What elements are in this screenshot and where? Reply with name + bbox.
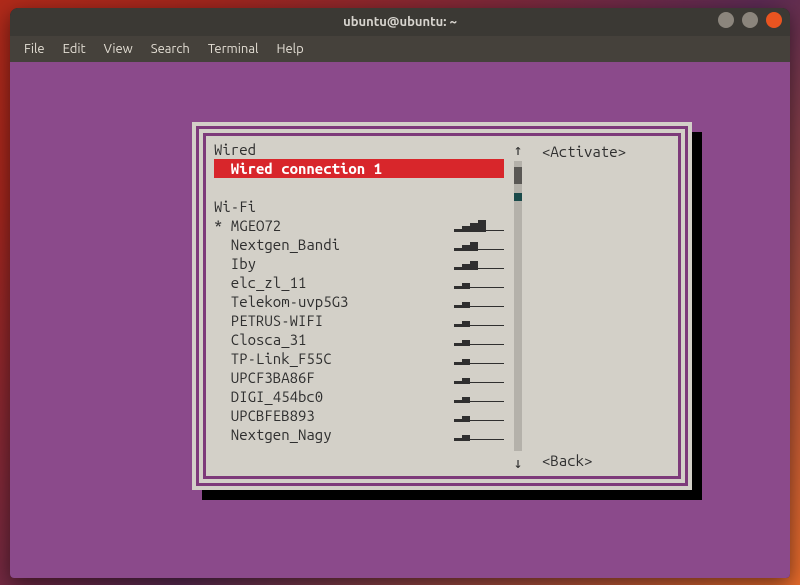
list-item-label: DIGI_454bc0 [231, 387, 454, 406]
signal-icon [454, 390, 504, 403]
menu-help[interactable]: Help [268, 40, 311, 58]
list-item-label: Nextgen_Bandi [231, 235, 454, 254]
scroll-up-icon[interactable]: ↑ [513, 140, 522, 159]
signal-icon [454, 371, 504, 384]
close-button[interactable] [766, 12, 782, 28]
menu-view[interactable]: View [96, 40, 141, 58]
minimize-button[interactable] [718, 12, 734, 28]
signal-icon [454, 352, 504, 365]
list-item[interactable]: TP-Link_F55C [214, 349, 504, 368]
list-item-label: UPCBFEB893 [231, 406, 454, 425]
list-item-label: Nextgen_Nagy [231, 425, 454, 444]
list-item-label: PETRUS-WIFI [231, 311, 454, 330]
nmtui-panel: Wired Wired connection 1 Wi-Fi * MGEO72 … [192, 122, 692, 490]
list-item[interactable]: * MGEO72 [214, 216, 504, 235]
terminal-window: ubuntu@ubuntu: ~ File Edit View Search T… [10, 8, 790, 578]
menu-terminal[interactable]: Terminal [200, 40, 267, 58]
section-wired: Wired [214, 140, 504, 159]
list-item[interactable]: Iby [214, 254, 504, 273]
window-controls [718, 12, 782, 28]
signal-icon [454, 295, 504, 308]
signal-icon [454, 314, 504, 327]
terminal-viewport[interactable]: Wired Wired connection 1 Wi-Fi * MGEO72 … [10, 62, 790, 578]
menu-search[interactable]: Search [143, 40, 198, 58]
action-column: <Activate> <Back> [530, 136, 678, 476]
scroll-down-icon[interactable]: ↓ [513, 453, 522, 472]
signal-icon [454, 257, 504, 270]
list-item-label: Iby [231, 254, 454, 273]
signal-icon [454, 276, 504, 289]
list-item[interactable]: UPCF3BA86F [214, 368, 504, 387]
menu-file[interactable]: File [16, 40, 53, 58]
menubar: File Edit View Search Terminal Help [10, 36, 790, 62]
list-item-label: MGEO72 [231, 216, 454, 235]
list-item[interactable]: elc_zl_11 [214, 273, 504, 292]
list-item-label: Closca_31 [231, 330, 454, 349]
back-button[interactable]: <Back> [542, 451, 672, 470]
scrollbar[interactable]: ↑ ↓ [506, 136, 530, 476]
list-item[interactable]: UPCBFEB893 [214, 406, 504, 425]
list-item[interactable]: Closca_31 [214, 330, 504, 349]
list-item-label: Telekom-uvp5G3 [231, 292, 454, 311]
panel-border-inner: Wired Wired connection 1 Wi-Fi * MGEO72 … [203, 133, 681, 479]
list-item[interactable]: Nextgen_Bandi [214, 235, 504, 254]
list-item-label: elc_zl_11 [231, 273, 454, 292]
signal-icon [454, 409, 504, 422]
menu-edit[interactable]: Edit [55, 40, 94, 58]
list-item-label: Wired connection 1 [231, 159, 504, 178]
window-titlebar: ubuntu@ubuntu: ~ [10, 8, 790, 36]
list-item-label: UPCF3BA86F [231, 368, 454, 387]
list-item[interactable]: DIGI_454bc0 [214, 387, 504, 406]
signal-icon [454, 219, 504, 232]
connection-list[interactable]: Wired Wired connection 1 Wi-Fi * MGEO72 … [206, 136, 506, 476]
signal-icon [454, 238, 504, 251]
list-item[interactable]: Nextgen_Nagy [214, 425, 504, 444]
section-wifi-label: Wi-Fi [214, 197, 504, 216]
section-wifi: Wi-Fi [214, 197, 504, 216]
list-item-label: TP-Link_F55C [231, 349, 454, 368]
signal-icon [454, 428, 504, 441]
section-wired-label: Wired [214, 140, 504, 159]
list-item[interactable]: Telekom-uvp5G3 [214, 292, 504, 311]
window-title: ubuntu@ubuntu: ~ [10, 15, 790, 29]
signal-icon [454, 333, 504, 346]
maximize-button[interactable] [742, 12, 758, 28]
scroll-thumb[interactable] [514, 167, 522, 184]
blank-row [214, 178, 504, 197]
list-item-wired-1[interactable]: Wired connection 1 [214, 159, 504, 178]
scroll-track[interactable] [514, 161, 522, 451]
list-item[interactable]: PETRUS-WIFI [214, 311, 504, 330]
activate-button[interactable]: <Activate> [542, 142, 672, 161]
panel-border-outer: Wired Wired connection 1 Wi-Fi * MGEO72 … [196, 126, 688, 486]
scroll-mark [514, 193, 522, 201]
